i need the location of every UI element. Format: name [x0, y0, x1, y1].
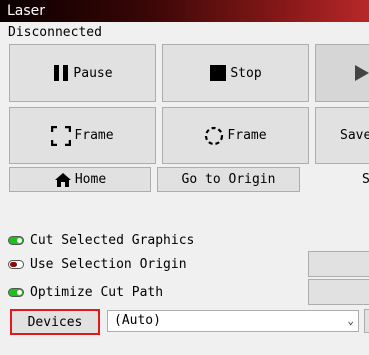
- option-use-selection-origin[interactable]: Use Selection Origin: [8, 254, 187, 274]
- frame-rectangle-button[interactable]: Frame: [9, 107, 156, 164]
- side-button-2[interactable]: [308, 279, 369, 305]
- window-titlebar: Laser: [0, 0, 369, 22]
- option-cut-selected-graphics[interactable]: Cut Selected Graphics: [8, 230, 194, 250]
- pause-label: Pause: [73, 65, 113, 81]
- toggle-off-icon[interactable]: [8, 259, 24, 269]
- go-to-origin-label: Go to Origin: [181, 172, 276, 187]
- partial-right-label: S: [362, 172, 369, 187]
- device-select[interactable]: (Auto) ⌄: [107, 310, 359, 332]
- devices-button[interactable]: Devices: [10, 309, 100, 335]
- go-to-origin-button[interactable]: Go to Origin: [157, 167, 300, 192]
- home-button[interactable]: Home: [9, 167, 151, 192]
- stop-button[interactable]: Stop: [162, 44, 309, 102]
- home-icon: [54, 172, 72, 188]
- start-button[interactable]: [315, 44, 369, 102]
- frame-rectangle-icon: [51, 125, 72, 146]
- side-button-1[interactable]: [308, 251, 369, 277]
- device-settings-button[interactable]: [364, 309, 369, 333]
- option-optimize-cut-path[interactable]: Optimize Cut Path: [8, 282, 163, 302]
- pause-icon: [52, 64, 70, 82]
- pause-button[interactable]: Pause: [9, 44, 156, 102]
- frame-rectangle-label: Frame: [74, 128, 114, 143]
- save-label: Save: [340, 128, 369, 143]
- frame-circle-label: Frame: [227, 128, 267, 143]
- stop-icon: [209, 64, 227, 82]
- toggle-on-icon[interactable]: [8, 287, 24, 297]
- chevron-down-icon: ⌄: [347, 314, 354, 327]
- device-select-value: (Auto): [114, 313, 161, 328]
- play-icon: [354, 64, 369, 82]
- stop-label: Stop: [230, 65, 262, 81]
- frame-circle-icon: [204, 126, 224, 146]
- option-label: Optimize Cut Path: [30, 284, 164, 300]
- home-label: Home: [74, 172, 107, 187]
- save-button[interactable]: Save: [315, 107, 369, 164]
- connection-status: Disconnected: [8, 25, 102, 40]
- window-title: Laser: [7, 3, 46, 19]
- frame-circle-button[interactable]: Frame: [162, 107, 309, 164]
- option-label: Use Selection Origin: [30, 256, 187, 272]
- devices-label: Devices: [27, 314, 83, 330]
- option-label: Cut Selected Graphics: [30, 232, 195, 248]
- toggle-on-icon[interactable]: [8, 235, 24, 245]
